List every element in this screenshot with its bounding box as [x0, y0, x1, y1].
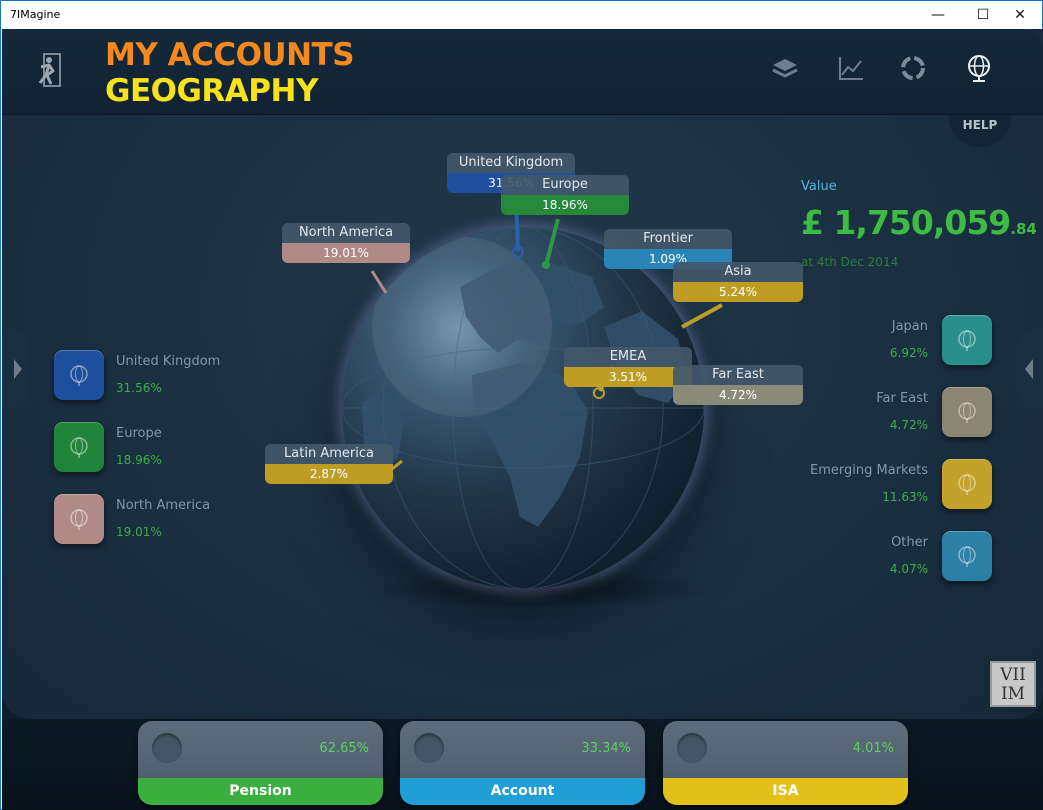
region-pct: 18.96% [116, 453, 162, 467]
tag-name: Latin America [265, 444, 393, 464]
region-item-emerging-markets[interactable]: Emerging Markets 11.63% [792, 459, 992, 511]
globe-icon [958, 546, 976, 567]
brand-logo: VII IM [990, 661, 1036, 707]
tag-name: Far East [673, 365, 803, 385]
region-pct: 4.07% [889, 562, 928, 576]
account-knob [414, 733, 444, 763]
region-item-europe[interactable]: Europe 18.96% [54, 422, 254, 474]
account-knob [677, 733, 707, 763]
region-item-far-east[interactable]: Far East 4.72% [792, 387, 992, 439]
globe-tag-latin-america[interactable]: Latin America 2.87% [265, 444, 393, 484]
region-name: Japan [891, 319, 928, 334]
region-tile [942, 315, 992, 365]
account-card-pension[interactable]: 62.65% Pension [138, 721, 383, 805]
region-tile [942, 531, 992, 581]
tag-name: North America [282, 223, 410, 243]
region-name: Other [891, 535, 928, 550]
region-pct: 4.72% [889, 418, 928, 432]
tag-name: Asia [673, 262, 803, 282]
account-label: ISA [663, 778, 908, 805]
window-title: 7IMagine [10, 8, 61, 21]
title-bar: 7IMagine — ☐ ✕ [1, 1, 1042, 29]
globe-tag-asia[interactable]: Asia 5.24% [673, 262, 803, 302]
region-name: Emerging Markets [810, 463, 928, 478]
globe-icon [958, 330, 976, 351]
account-label: Pension [138, 778, 383, 805]
globe-tag-far-east[interactable]: Far East 4.72% [673, 365, 803, 405]
region-tile [54, 350, 104, 400]
region-item-united-kingdom[interactable]: United Kingdom 31.56% [54, 350, 254, 402]
tag-pct: 19.01% [282, 243, 410, 263]
tag-name: United Kingdom [447, 153, 575, 173]
globe-icon [958, 474, 976, 495]
app-canvas: MY ACCOUNTS GEOGRAPHY HELP Value £ 1,750… [2, 29, 1043, 810]
region-name: Far East [876, 391, 928, 406]
region-tile [54, 494, 104, 544]
account-knob [152, 733, 182, 763]
logo-line-2: IM [1000, 684, 1026, 704]
tag-name: EMEA [564, 347, 692, 367]
region-name: Europe [116, 426, 162, 441]
globe-icon [70, 437, 88, 458]
region-tile [942, 387, 992, 437]
globe-icon [958, 402, 976, 423]
account-card-account[interactable]: 33.34% Account [400, 721, 645, 805]
tag-name: Frontier [604, 229, 732, 249]
region-item-north-america[interactable]: North America 19.01% [54, 494, 254, 546]
tag-pct: 5.24% [673, 282, 803, 302]
tag-name: Europe [501, 175, 629, 195]
tag-pct: 18.96% [501, 195, 629, 215]
region-name: United Kingdom [116, 354, 221, 369]
region-pct: 11.63% [882, 490, 928, 504]
region-pct: 31.56% [116, 381, 162, 395]
tag-pct: 2.87% [265, 464, 393, 484]
region-pct: 19.01% [116, 525, 162, 539]
region-tile [54, 422, 104, 472]
account-pct: 4.01% [852, 741, 894, 756]
account-label: Account [400, 778, 645, 805]
globe-tag-north-america[interactable]: North America 19.01% [282, 223, 410, 263]
minimize-button[interactable]: — [915, 1, 961, 29]
account-pct: 33.34% [581, 741, 631, 756]
close-button[interactable]: ✕ [997, 1, 1043, 29]
account-card-isa[interactable]: 4.01% ISA [663, 721, 908, 805]
region-item-japan[interactable]: Japan 6.92% [792, 315, 992, 367]
globe-icon [70, 509, 88, 530]
account-pct: 62.65% [319, 741, 369, 756]
tag-pct: 4.72% [673, 385, 803, 405]
logo-line-1: VII [1000, 665, 1026, 685]
region-name: North America [116, 498, 211, 513]
globe-icon [70, 365, 88, 386]
globe-tag-europe[interactable]: Europe 18.96% [501, 175, 629, 215]
region-pct: 6.92% [889, 346, 928, 360]
app-window: 7IMagine — ☐ ✕ MY ACCOUNTS GEOGRAPHY HEL… [0, 0, 1043, 810]
region-item-other[interactable]: Other 4.07% [792, 531, 992, 583]
region-tile [942, 459, 992, 509]
